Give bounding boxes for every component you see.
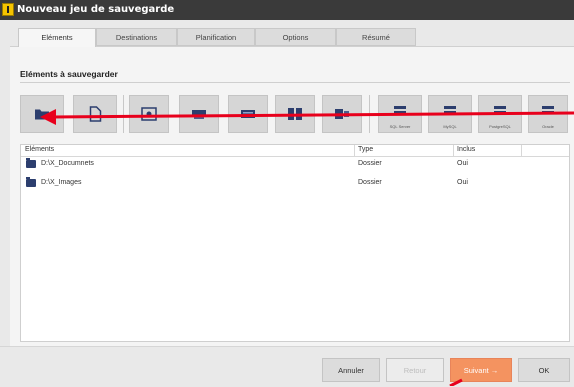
element-included: Oui [457,160,468,167]
folder-icon [35,109,49,120]
toolbar-separator [369,95,370,133]
add-exchange-button[interactable] [322,95,362,133]
drive-icon [241,110,255,118]
tab-elements[interactable]: Eléments [18,28,96,47]
add-disk-image-button[interactable] [129,95,169,133]
section-divider [20,82,570,83]
add-server-button[interactable] [275,95,315,133]
exchange-icon [335,109,349,119]
add-scanner-button[interactable] [179,95,219,133]
postgresql-label: PostgreSQL [489,124,511,129]
column-header-type[interactable]: Type [358,146,373,153]
back-button[interactable]: Retour [386,358,444,382]
column-divider[interactable] [453,145,454,156]
element-type: Dossier [358,179,382,186]
list-item[interactable]: D:\X_Images Dossier Oui [21,177,569,191]
window-title: Nouveau jeu de sauvegarde [17,4,175,15]
sql-server-label: SQL Server [389,124,411,129]
element-path: D:\X_Images [41,179,82,186]
database-icon [444,106,456,115]
element-type: Dossier [358,160,382,167]
database-icon [394,106,406,115]
column-header-included[interactable]: Inclus [457,146,475,153]
folder-icon [26,158,36,168]
add-sql-server-button[interactable]: SQL Server [378,95,422,133]
tab-options[interactable]: Options [255,28,336,46]
element-included: Oui [457,179,468,186]
add-oracle-button[interactable]: Oracle [528,95,568,133]
database-icon [542,106,554,115]
column-divider[interactable] [354,145,355,156]
column-header-elements[interactable]: Eléments [25,146,54,153]
list-item[interactable]: D:\X_Documnets Dossier Oui [21,158,569,172]
add-folder-button[interactable] [20,95,64,133]
database-icon [494,106,506,115]
toolbar-separator [123,95,124,133]
oracle-label: Oracle [542,124,554,129]
add-file-button[interactable] [73,95,117,133]
next-button[interactable]: Suivant → [450,358,512,382]
tab-destinations[interactable]: Destinations [96,28,177,46]
title-bar: Nouveau jeu de sauvegarde [0,0,574,20]
list-header: Eléments Type Inclus [21,145,569,157]
tab-planification[interactable]: Planification [177,28,255,46]
disk-image-icon [141,107,157,121]
tab-summary[interactable]: Résumé [336,28,416,46]
section-title: Eléments à sauvegarder [20,69,118,79]
column-divider[interactable] [521,145,522,156]
mysql-label: MySQL [443,124,457,129]
folder-icon [26,177,36,187]
add-mysql-button[interactable]: MySQL [428,95,472,133]
cancel-button[interactable]: Annuler [322,358,380,382]
add-postgresql-button[interactable]: PostgreSQL [478,95,522,133]
server-icon [288,108,302,120]
elements-list[interactable]: Eléments Type Inclus D:\X_Documnets Doss… [20,144,570,342]
add-drive-button[interactable] [228,95,268,133]
file-icon [89,106,102,122]
ok-button[interactable]: OK [518,358,570,382]
app-icon [2,3,14,16]
scanner-icon [192,110,206,119]
element-path: D:\X_Documnets [41,160,94,167]
